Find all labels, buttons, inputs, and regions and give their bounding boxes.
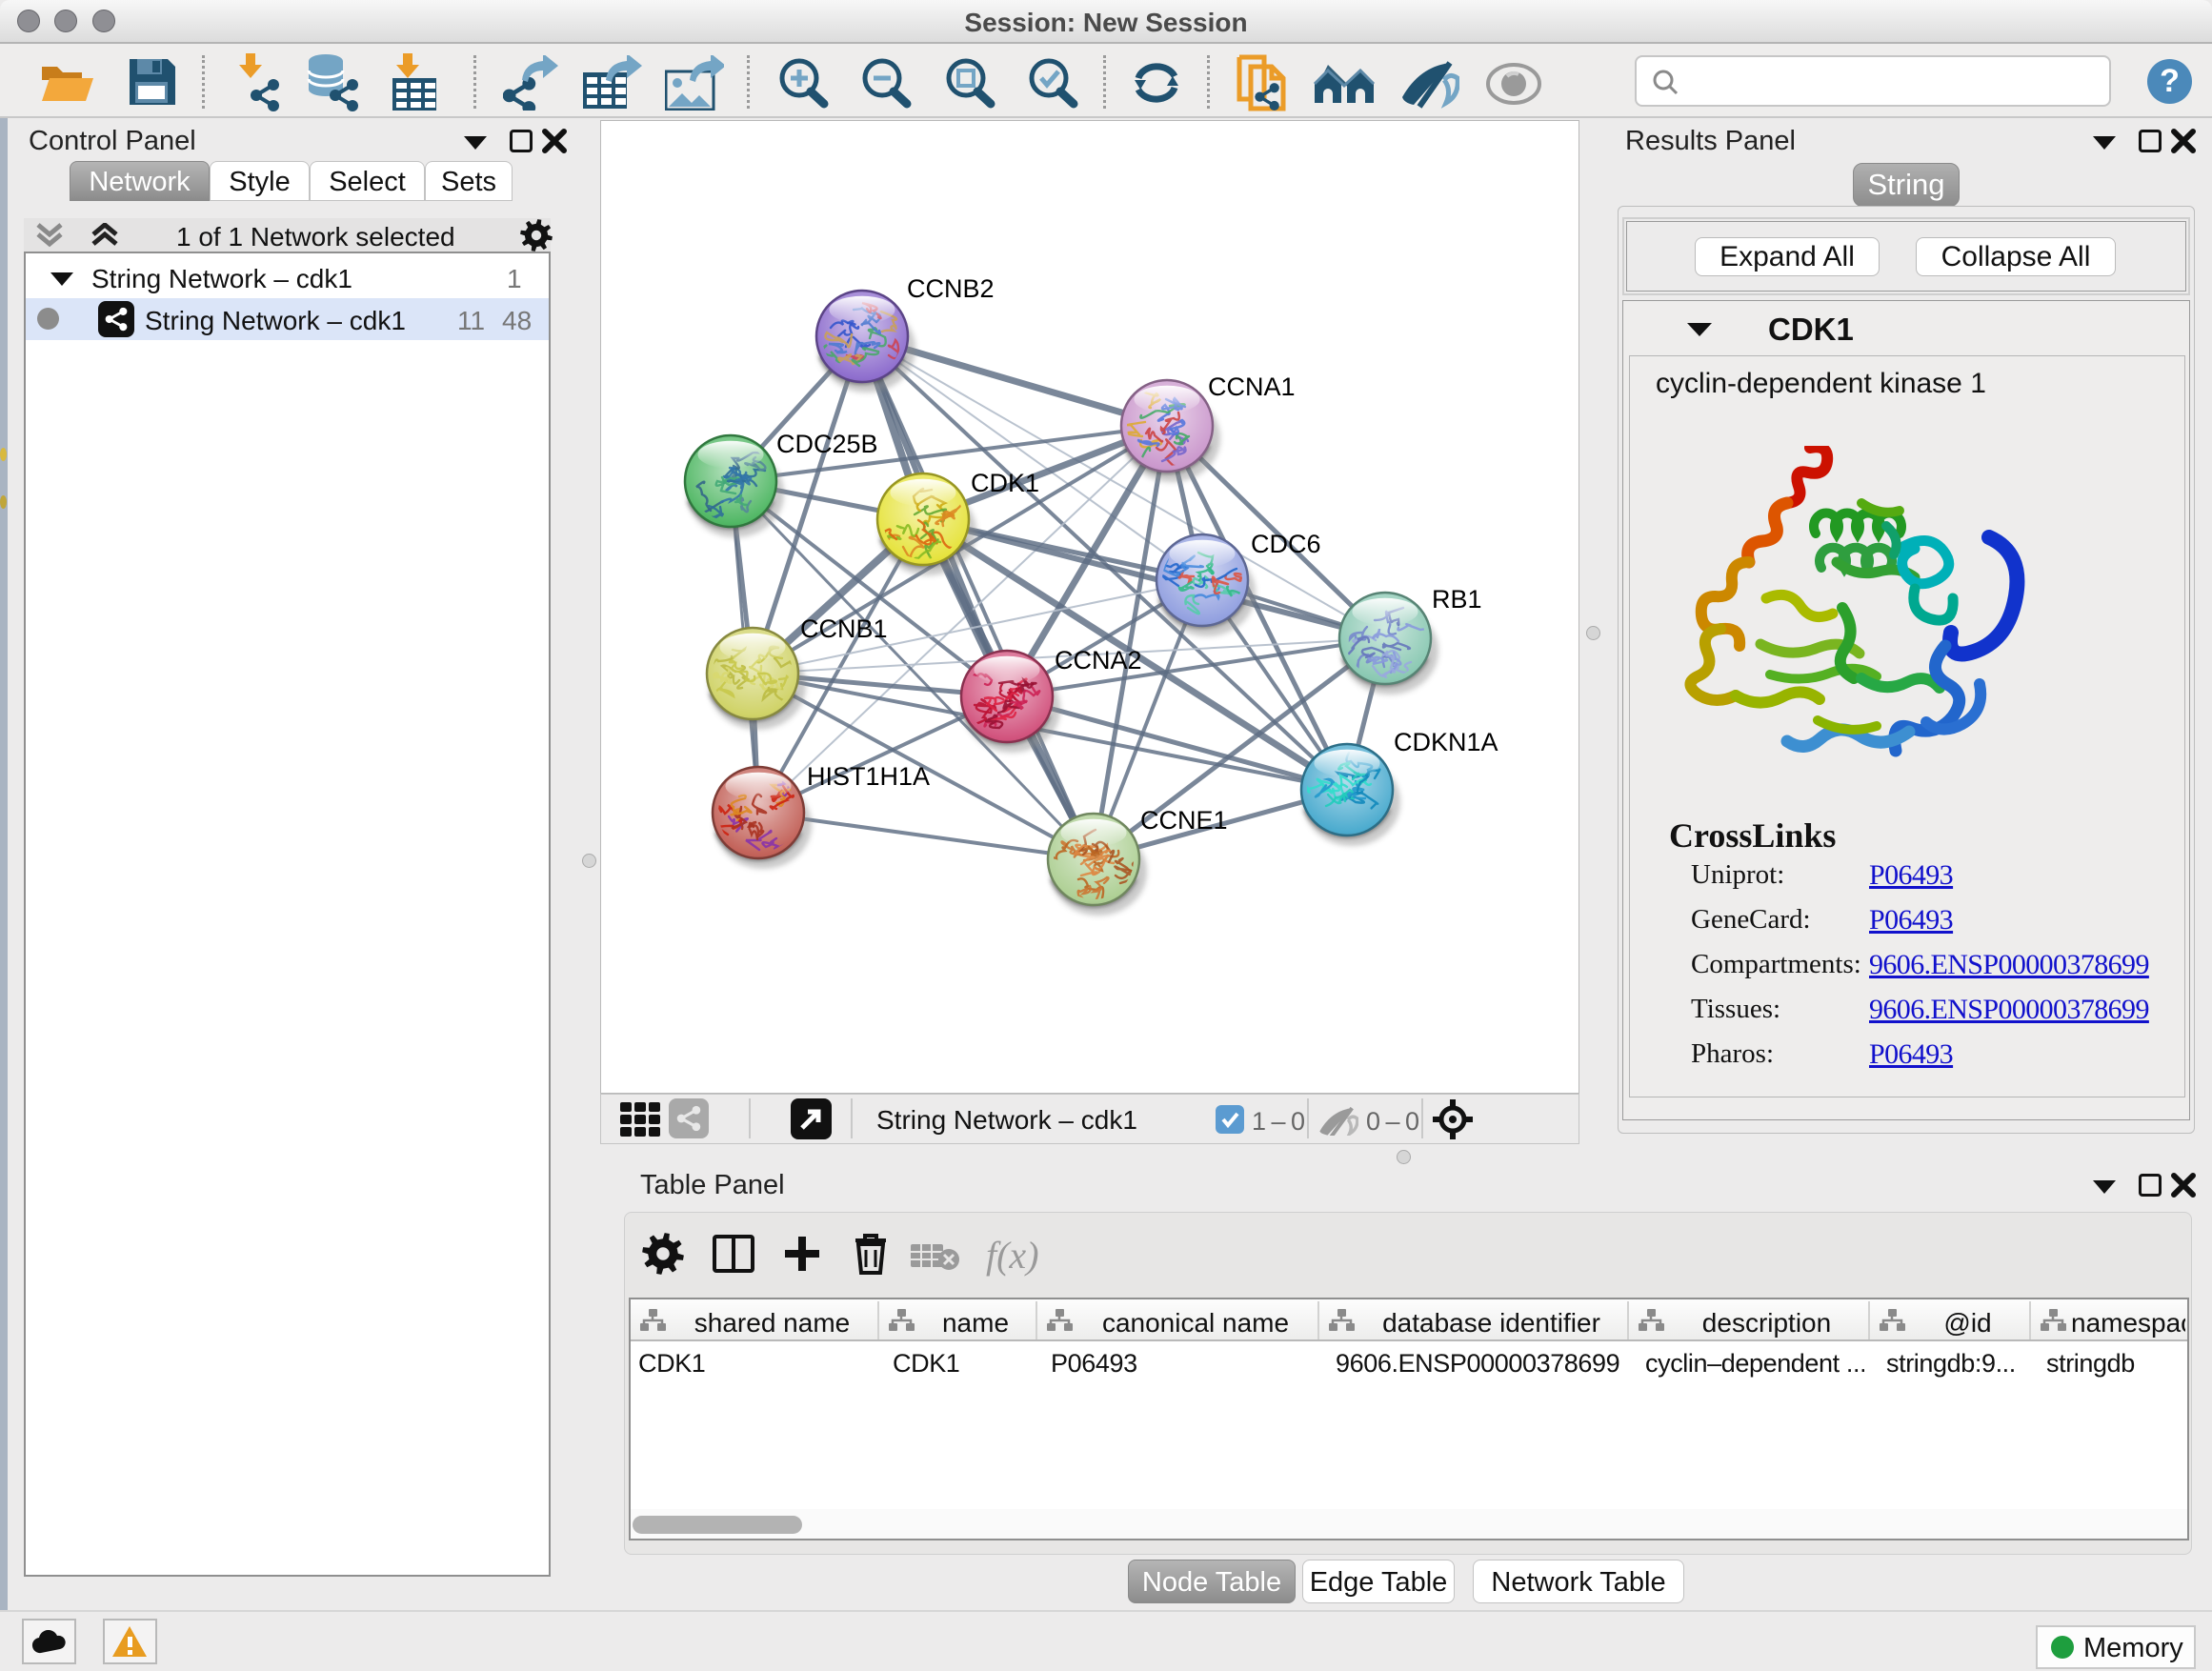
svg-text:CCNB1: CCNB1: [800, 614, 888, 643]
svg-text:CCNA2: CCNA2: [1055, 646, 1142, 674]
svg-text:CCNB2: CCNB2: [907, 274, 995, 303]
svg-text:RB1: RB1: [1432, 585, 1482, 614]
svg-text:CCNE1: CCNE1: [1140, 806, 1228, 835]
svg-text:CDKN1A: CDKN1A: [1394, 728, 1498, 756]
svg-text:CDC6: CDC6: [1251, 530, 1321, 558]
svg-text:CCNA1: CCNA1: [1208, 372, 1296, 401]
svg-text:CDK1: CDK1: [971, 469, 1039, 497]
svg-text:HIST1H1A: HIST1H1A: [807, 762, 930, 791]
svg-text:CDC25B: CDC25B: [776, 430, 878, 458]
